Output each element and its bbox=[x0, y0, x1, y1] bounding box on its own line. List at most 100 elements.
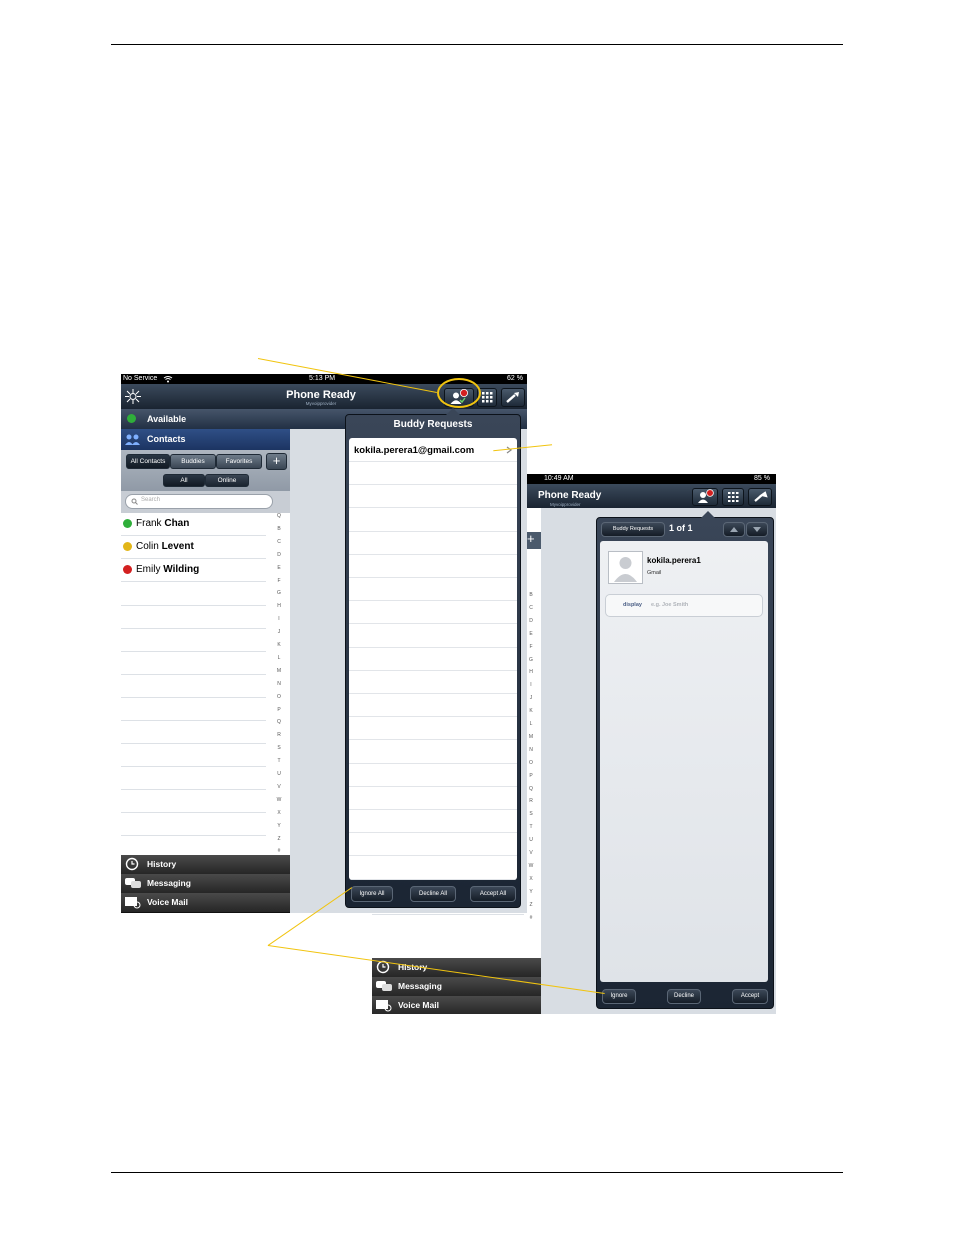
index-letter[interactable]: I bbox=[274, 616, 284, 622]
filter-all[interactable]: All bbox=[163, 474, 205, 487]
index-letter[interactable]: L bbox=[274, 655, 284, 661]
index-letter[interactable]: U bbox=[526, 837, 536, 843]
index-letter[interactable]: V bbox=[526, 850, 536, 856]
search-input[interactable]: Search bbox=[125, 494, 273, 509]
presence-bar[interactable]: Available bbox=[121, 409, 290, 429]
search-icon bbox=[131, 498, 138, 505]
index-letter[interactable]: E bbox=[526, 631, 536, 637]
index-letter[interactable]: Y bbox=[274, 823, 284, 829]
tab-buddies[interactable]: Buddies bbox=[170, 454, 216, 469]
index-letter[interactable]: B bbox=[274, 526, 284, 532]
empty-request-row bbox=[349, 577, 517, 602]
index-letter[interactable]: Z bbox=[526, 902, 536, 908]
index-letter[interactable]: N bbox=[274, 681, 284, 687]
index-letter[interactable]: W bbox=[274, 797, 284, 803]
index-letter[interactable]: S bbox=[274, 745, 284, 751]
settings-button[interactable] bbox=[748, 488, 772, 506]
display-name-field[interactable]: display e.g. Joe Smith bbox=[605, 594, 763, 617]
nav-voicemail[interactable]: Voice Mail bbox=[121, 893, 290, 913]
accept-button[interactable]: Accept bbox=[732, 989, 768, 1004]
nav-messaging[interactable]: Messaging bbox=[121, 874, 290, 894]
buddy-requests-tab[interactable]: Buddy Requests bbox=[601, 522, 665, 537]
index-letter[interactable]: K bbox=[274, 642, 284, 648]
index-letter[interactable]: P bbox=[526, 773, 536, 779]
nav-history[interactable]: History bbox=[372, 958, 541, 978]
next-request-button[interactable] bbox=[746, 522, 768, 537]
filter-online[interactable]: Online bbox=[205, 474, 249, 487]
index-letter[interactable]: D bbox=[526, 618, 536, 624]
index-letter[interactable]: M bbox=[274, 668, 284, 674]
index-letter[interactable]: J bbox=[526, 695, 536, 701]
keypad-button[interactable] bbox=[722, 488, 744, 506]
nav-voicemail[interactable]: Voice Mail bbox=[372, 996, 541, 1014]
history-icon bbox=[125, 857, 139, 871]
contacts-label: Contacts bbox=[147, 434, 186, 444]
index-letter[interactable]: M bbox=[526, 734, 536, 740]
index-letter[interactable]: G bbox=[526, 657, 536, 663]
request-row[interactable]: kokila.perera1@gmail.com bbox=[349, 438, 517, 462]
index-letter[interactable]: H bbox=[526, 669, 536, 675]
tab-all-contacts[interactable]: All Contacts bbox=[126, 454, 170, 469]
index-letter[interactable]: O bbox=[274, 694, 284, 700]
index-letter[interactable]: P bbox=[274, 707, 284, 713]
index-letter[interactable]: O bbox=[526, 760, 536, 766]
tab-favorites[interactable]: Favorites bbox=[216, 454, 262, 469]
index-letter[interactable]: T bbox=[526, 824, 536, 830]
decline-all-button[interactable]: Decline All bbox=[410, 886, 456, 902]
index-letter[interactable]: R bbox=[274, 732, 284, 738]
index-letter[interactable]: F bbox=[526, 644, 536, 650]
popover-arrow bbox=[701, 511, 715, 518]
contact-row[interactable]: Colin Levent bbox=[121, 536, 266, 559]
index-letter[interactable]: K bbox=[526, 708, 536, 714]
index-letter[interactable]: Y bbox=[526, 889, 536, 895]
contact-row[interactable]: Frank Chan bbox=[121, 513, 266, 536]
index-letter[interactable]: G bbox=[274, 590, 284, 596]
ignore-all-button[interactable]: Ignore All bbox=[351, 886, 393, 902]
voicemail-label: Voice Mail bbox=[147, 897, 188, 907]
index-letter[interactable]: W bbox=[526, 863, 536, 869]
index-letter[interactable]: E bbox=[274, 565, 284, 571]
index-letter[interactable]: Z bbox=[274, 836, 284, 842]
empty-row-divider bbox=[121, 812, 266, 813]
index-letter[interactable]: N bbox=[526, 747, 536, 753]
index-letter[interactable]: # bbox=[526, 915, 536, 921]
index-letter[interactable]: # bbox=[274, 848, 284, 854]
index-letter[interactable]: D bbox=[274, 552, 284, 558]
buddy-requests-button[interactable] bbox=[692, 488, 718, 506]
request-list: kokila.perera1@gmail.com bbox=[349, 438, 517, 880]
empty-row-divider bbox=[121, 789, 266, 790]
index-letter[interactable]: C bbox=[526, 605, 536, 611]
empty-request-row bbox=[349, 624, 517, 648]
popover-title: Buddy Requests bbox=[393, 419, 473, 430]
index-letter[interactable]: Q bbox=[526, 786, 536, 792]
index-letter[interactable]: V bbox=[274, 784, 284, 790]
contact-row[interactable]: Emily Wilding bbox=[121, 559, 266, 582]
prev-request-button[interactable] bbox=[723, 522, 745, 537]
index-letter[interactable]: S bbox=[526, 811, 536, 817]
keypad-icon bbox=[728, 492, 739, 502]
index-letter[interactable]: H bbox=[274, 603, 284, 609]
index-letter[interactable]: X bbox=[526, 876, 536, 882]
nav-history[interactable]: History bbox=[121, 855, 290, 875]
index-letter[interactable]: F bbox=[274, 578, 284, 584]
accept-all-button[interactable]: Accept All bbox=[470, 886, 516, 902]
add-contact-button[interactable]: + bbox=[266, 453, 287, 470]
index-letter[interactable]: C bbox=[274, 539, 284, 545]
decline-button[interactable]: Decline bbox=[667, 989, 701, 1004]
index-letter[interactable]: T bbox=[274, 758, 284, 764]
index-letter[interactable]: L bbox=[526, 721, 536, 727]
index-letter[interactable]: Q bbox=[274, 719, 284, 725]
index-letter[interactable]: J bbox=[274, 629, 284, 635]
check-icon bbox=[127, 414, 136, 423]
index-letter[interactable]: I bbox=[526, 682, 536, 688]
search-placeholder: Search bbox=[141, 497, 161, 503]
index-letter[interactable]: X bbox=[274, 810, 284, 816]
index-letter[interactable]: R bbox=[526, 798, 536, 804]
contacts-header[interactable]: Contacts bbox=[121, 429, 290, 450]
messaging-label: Messaging bbox=[147, 878, 191, 888]
settings-button[interactable] bbox=[501, 388, 525, 407]
index-letter[interactable]: Q bbox=[274, 513, 284, 519]
index-letter[interactable]: U bbox=[274, 771, 284, 777]
index-letter[interactable]: B bbox=[526, 592, 536, 598]
ignore-button[interactable]: Ignore bbox=[602, 989, 636, 1004]
